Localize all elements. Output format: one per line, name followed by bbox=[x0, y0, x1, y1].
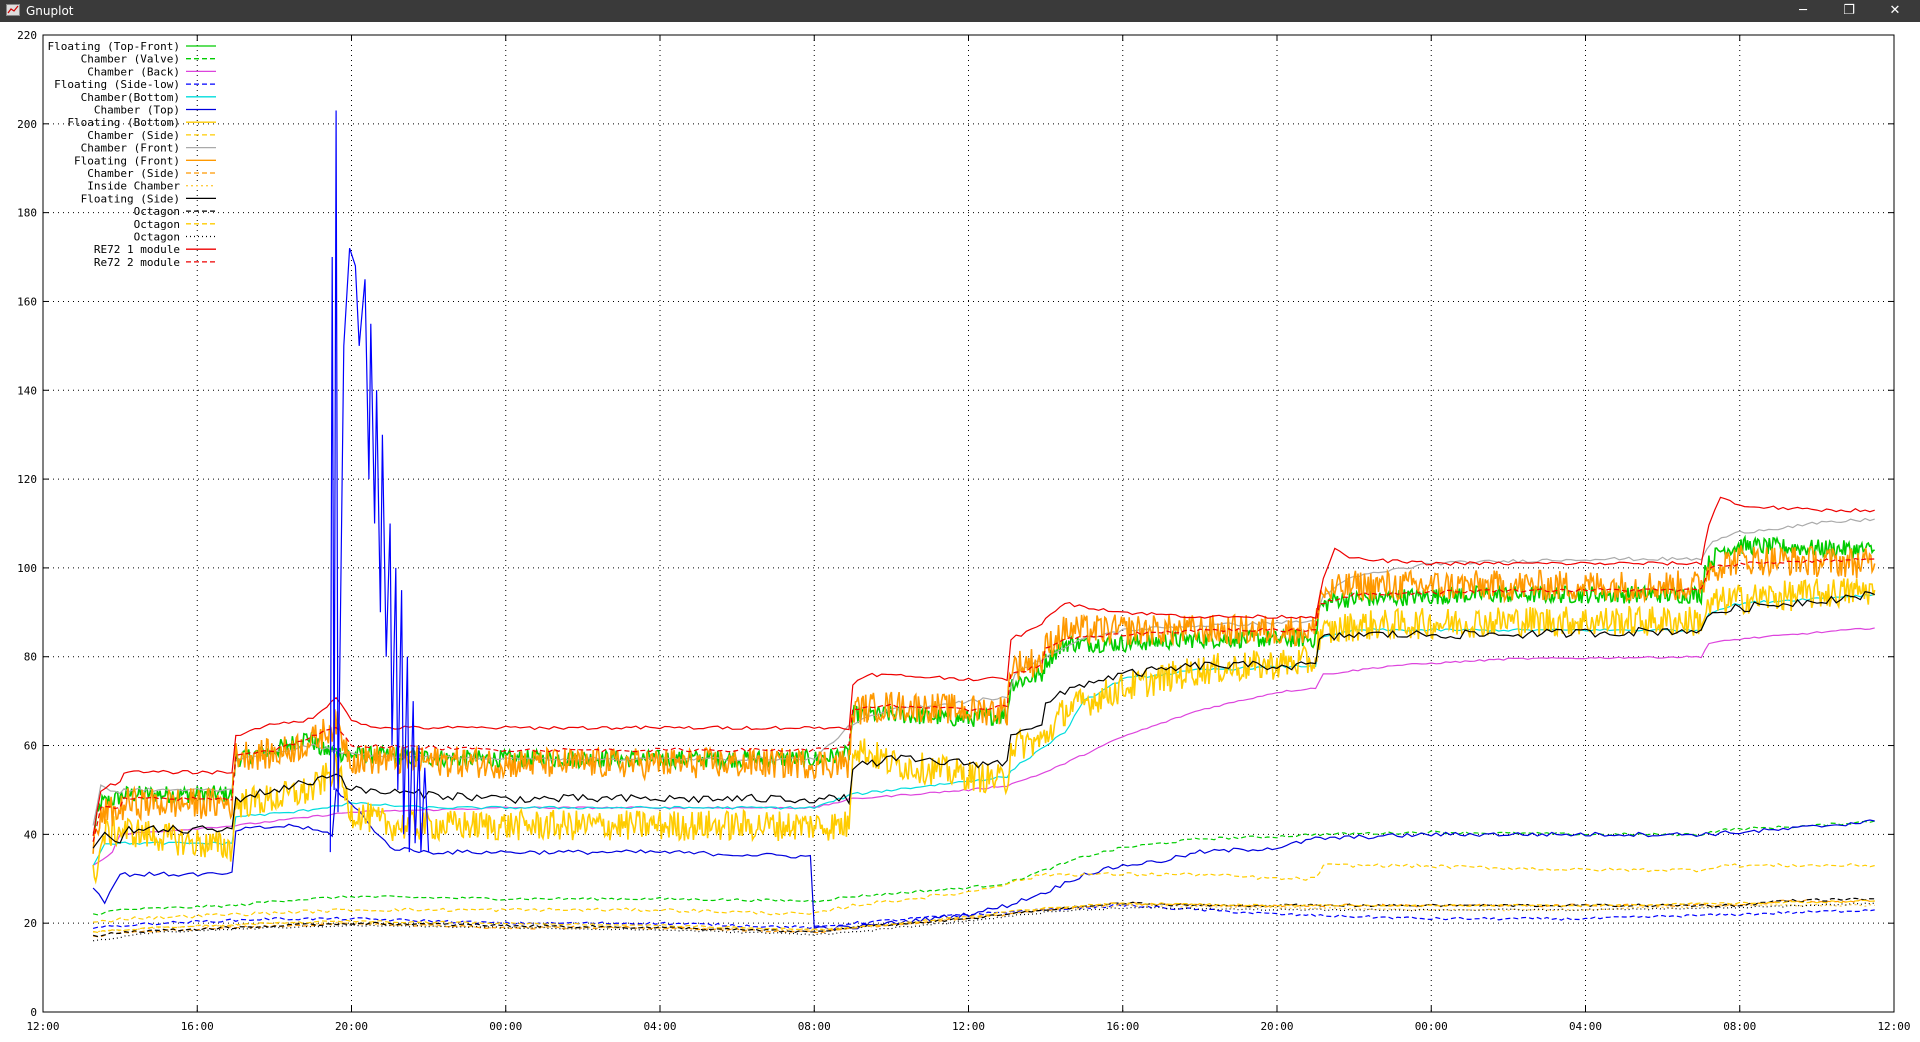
grid-layer bbox=[43, 35, 1894, 1012]
restore-button[interactable]: ❐ bbox=[1826, 0, 1872, 22]
legend-entry-label: Chamber (Top) bbox=[94, 104, 180, 117]
legend-entry-label: Floating (Top-Front) bbox=[48, 40, 180, 53]
x-tick-label: 12:00 bbox=[952, 1020, 985, 1033]
legend-entry-label: RE72 1 module bbox=[94, 243, 180, 256]
y-tick-label: 100 bbox=[17, 562, 37, 575]
y-tick-label: 180 bbox=[17, 207, 37, 220]
gnuplot-chart: 0 20 40 60 80 100 120 140 160 180 200 220 12:00 16:00… bbox=[17, 29, 1910, 1033]
series-line-spikes bbox=[329, 110, 430, 853]
series-line bbox=[93, 863, 1875, 923]
ticks-layer: 0 20 40 60 80 100 120 140 160 180 200 220 12:00 16:00… bbox=[17, 29, 1910, 1033]
legend-entry-label: Octagon bbox=[134, 218, 180, 231]
x-tick-label: 12:00 bbox=[1877, 1020, 1910, 1033]
minimize-button[interactable]: ─ bbox=[1780, 0, 1826, 22]
y-tick-label: 140 bbox=[17, 384, 37, 397]
legend-entry-label: Octagon bbox=[134, 231, 180, 244]
x-tick-label: 16:00 bbox=[181, 1020, 214, 1033]
legend-entry-label: Octagon bbox=[134, 205, 180, 218]
series-layer bbox=[92, 110, 1876, 942]
close-button[interactable]: ✕ bbox=[1872, 0, 1918, 22]
x-tick-label: 00:00 bbox=[1415, 1020, 1448, 1033]
legend: Floating (Top-Front)Chamber (Valve)Chamb… bbox=[48, 40, 216, 269]
legend-entry-label: Inside Chamber bbox=[87, 180, 180, 193]
series-line bbox=[92, 545, 1876, 854]
legend-entry-label: Floating (Bottom) bbox=[67, 116, 180, 129]
legend-entry-label: Chamber (Back) bbox=[87, 65, 180, 78]
series-line bbox=[93, 902, 1875, 942]
legend-entry-label: Chamber (Side) bbox=[87, 167, 180, 180]
x-tick-label: 20:00 bbox=[1260, 1020, 1293, 1033]
legend-entry-label: Floating (Side-low) bbox=[54, 78, 180, 91]
window-title: Gnuplot bbox=[26, 4, 74, 18]
legend-entry-label: Chamber (Front) bbox=[81, 142, 180, 155]
y-tick-label: 40 bbox=[24, 828, 37, 841]
series-line bbox=[92, 787, 1875, 931]
x-tick-label: 04:00 bbox=[1569, 1020, 1602, 1033]
legend-entry-label: Floating (Front) bbox=[74, 154, 180, 167]
x-tick-label: 00:00 bbox=[489, 1020, 522, 1033]
gnuplot-app-icon bbox=[6, 4, 20, 16]
legend-entry-label: Chamber(Bottom) bbox=[81, 91, 180, 104]
x-tick-label: 08:00 bbox=[798, 1020, 831, 1033]
window-titlebar: Gnuplot ─ ❐ ✕ bbox=[0, 0, 1920, 22]
y-tick-label: 220 bbox=[17, 29, 37, 42]
y-tick-label: 120 bbox=[17, 473, 37, 486]
x-tick-label: 20:00 bbox=[335, 1020, 368, 1033]
y-tick-label: 200 bbox=[17, 118, 37, 131]
x-tick-label: 04:00 bbox=[643, 1020, 676, 1033]
y-tick-label: 0 bbox=[30, 1006, 37, 1019]
x-tick-label: 16:00 bbox=[1106, 1020, 1139, 1033]
legend-entry-label: Floating (Side) bbox=[81, 192, 180, 205]
y-tick-label: 160 bbox=[17, 295, 37, 308]
y-tick-label: 20 bbox=[24, 917, 37, 930]
legend-entry-label: Re72 2 module bbox=[94, 256, 180, 269]
y-tick-label: 60 bbox=[24, 740, 37, 753]
x-tick-label: 12:00 bbox=[26, 1020, 59, 1033]
x-tick-label: 08:00 bbox=[1723, 1020, 1756, 1033]
legend-entry-label: Chamber (Side) bbox=[87, 129, 180, 142]
legend-entry-label: Chamber (Valve) bbox=[81, 53, 180, 66]
y-tick-label: 80 bbox=[24, 651, 37, 664]
